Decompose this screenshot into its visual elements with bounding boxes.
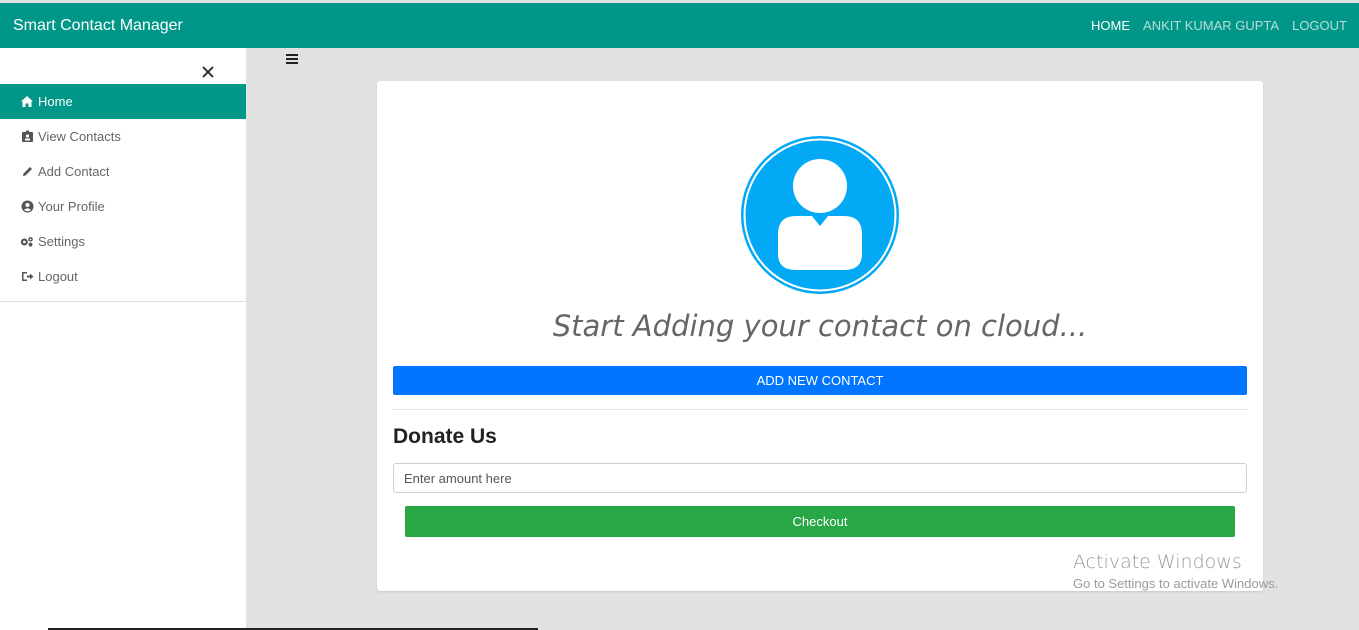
pencil-icon [20, 165, 34, 179]
sidebar-item-logout[interactable]: Logout [0, 259, 246, 294]
gears-icon [20, 235, 34, 249]
sidebar: Home View Contacts Add Contact Your Prof… [0, 48, 246, 630]
watermark-subtitle: Go to Settings to activate Windows. [1073, 576, 1279, 591]
close-icon[interactable] [200, 64, 216, 80]
checkout-button[interactable]: Checkout [405, 506, 1235, 537]
sidebar-item-label: Settings [38, 234, 85, 249]
divider [393, 409, 1247, 410]
sidebar-item-home[interactable]: Home [0, 84, 246, 119]
sidebar-item-label: Home [38, 94, 73, 109]
activate-windows-watermark: Activate Windows Go to Settings to activ… [1073, 551, 1278, 591]
user-avatar-icon [741, 136, 899, 294]
sidebar-item-label: Add Contact [38, 164, 110, 179]
donate-title: Donate Us [393, 425, 497, 448]
sidebar-item-view-contacts[interactable]: View Contacts [0, 119, 246, 154]
sidebar-item-settings[interactable]: Settings [0, 224, 246, 259]
brand-title[interactable]: Smart Contact Manager [13, 17, 183, 35]
top-navbar: Smart Contact Manager HOME ANKIT KUMAR G… [0, 3, 1359, 48]
main-card: Start Adding your contact on cloud... AD… [377, 81, 1263, 591]
amount-input[interactable] [393, 463, 1247, 493]
nav-user-link[interactable]: ANKIT KUMAR GUPTA [1143, 18, 1279, 33]
nav-logout-link[interactable]: LOGOUT [1292, 18, 1347, 33]
watermark-title: Activate Windows [1073, 551, 1242, 573]
user-circle-icon [20, 200, 34, 214]
sidebar-item-label: Your Profile [38, 199, 105, 214]
sidebar-item-your-profile[interactable]: Your Profile [0, 189, 246, 224]
home-icon [20, 95, 34, 109]
add-new-contact-button[interactable]: ADD NEW CONTACT [393, 366, 1247, 395]
id-card-icon [20, 130, 34, 144]
sidebar-item-add-contact[interactable]: Add Contact [0, 154, 246, 189]
nav-home-link[interactable]: HOME [1091, 18, 1130, 33]
sidebar-menu: Home View Contacts Add Contact Your Prof… [0, 84, 246, 302]
sidebar-item-label: View Contacts [38, 129, 121, 144]
sidebar-item-label: Logout [38, 269, 78, 284]
hamburger-menu-icon[interactable] [286, 54, 298, 65]
nav-links: HOME ANKIT KUMAR GUPTA LOGOUT [1091, 18, 1347, 33]
sign-out-icon [20, 270, 34, 284]
card-headline: Start Adding your contact on cloud... [552, 309, 1088, 343]
